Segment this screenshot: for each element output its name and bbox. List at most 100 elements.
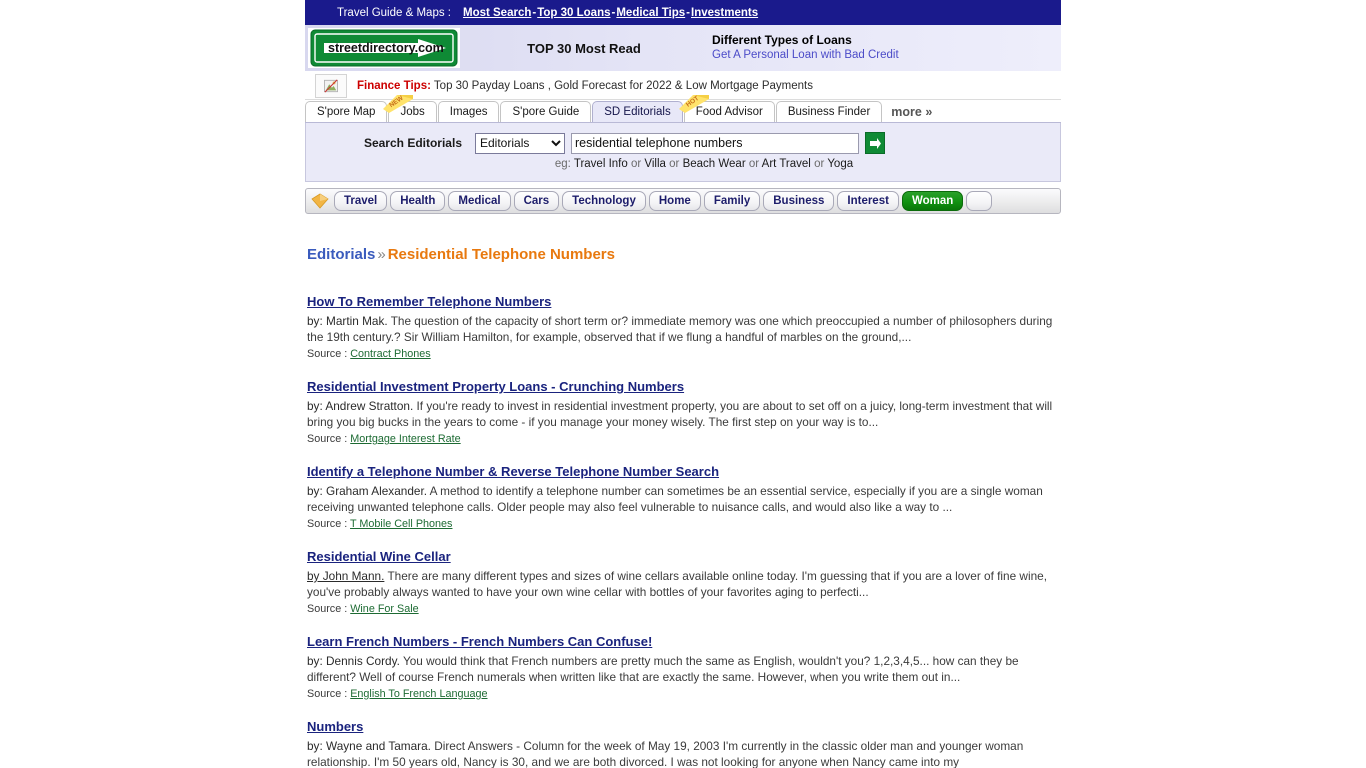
search-row: Search Editorials Editorials [306, 123, 1060, 154]
main-tabs: S'pore Map NEW Jobs Images S'pore Guide [305, 95, 1061, 123]
finance-tips-label: Finance Tips: [357, 79, 431, 92]
category-woman[interactable]: Woman [901, 191, 964, 211]
go-arrow-icon [868, 135, 882, 151]
article-source: Source : T Mobile Cell Phones [307, 518, 1061, 530]
tab-label: Images [449, 106, 488, 118]
category-technology[interactable]: Technology [562, 191, 646, 211]
article-item: Numbers by: Wayne and Tamara. Direct Ans… [307, 718, 1061, 768]
category-family[interactable]: Family [703, 191, 761, 211]
article-title[interactable]: Learn French Numbers - French Numbers Ca… [307, 634, 652, 649]
article-body: by: Wayne and Tamara. Direct Answers - C… [307, 738, 1061, 768]
breadcrumb-chevron-icon: » [377, 246, 386, 263]
article-excerpt: The question of the capacity of short te… [307, 314, 1053, 344]
search-label: Search Editorials [363, 136, 462, 150]
article-source-link[interactable]: Contract Phones [350, 348, 430, 360]
band-promo-title: Different Types of Loans [712, 33, 852, 48]
tab-sd-editorials[interactable]: SD Editorials [592, 101, 683, 122]
breadcrumb: Editorials» Residential Telephone Numbers [305, 246, 1061, 263]
article-title[interactable]: Identify a Telephone Number & Reverse Te… [307, 464, 719, 479]
tab-label: Jobs [400, 106, 425, 118]
finance-tips-row: Finance Tips: Top 30 Payday Loans , Gold… [305, 72, 1061, 100]
article-item: Residential Investment Property Loans - … [307, 378, 1061, 445]
article-source-link[interactable]: Wine For Sale [350, 603, 418, 615]
search-panel: Search Editorials Editorials eg: Travel … [305, 123, 1061, 182]
band-promo-sub-link[interactable]: Get A Personal Loan with Bad Credit [712, 49, 899, 61]
article-item: Residential Wine Cellar by John Mann. Th… [307, 548, 1061, 615]
tab-label: SD Editorials [604, 106, 671, 118]
category-nav-tail[interactable] [966, 191, 993, 211]
streetdirectory-logo-icon: streetdirectory.com [310, 29, 458, 67]
breadcrumb-root[interactable]: Editorials [307, 246, 375, 263]
top-promo-links: Most Search-Top 30 Loans-Medical Tips-In… [463, 7, 758, 19]
article-body: by: Dennis Cordy. You would think that F… [307, 653, 1061, 685]
article-author: by: Wayne and Tamara. [307, 739, 431, 753]
example-term-3[interactable]: Art Travel [762, 158, 811, 170]
search-examples: eg: Travel Info or Villa or Beach Wear o… [306, 154, 1060, 170]
category-medical[interactable]: Medical [448, 191, 511, 211]
article-body: by: Martin Mak. The question of the capa… [307, 313, 1061, 345]
tab-jobs[interactable]: NEW Jobs [383, 95, 437, 122]
top-link-investments[interactable]: Investments [691, 7, 758, 19]
category-health[interactable]: Health [390, 191, 446, 211]
tab-business-finder[interactable]: Business Finder [775, 101, 883, 122]
article-body: by: Graham Alexander. A method to identi… [307, 483, 1061, 515]
article-source-link[interactable]: T Mobile Cell Phones [350, 518, 452, 530]
tab-food-advisor[interactable]: HOT Food Advisor [678, 95, 775, 122]
tab-images[interactable]: Images [437, 101, 500, 122]
article-author: by: Andrew Stratton. [307, 399, 414, 413]
examples-prefix: eg: [554, 158, 571, 170]
top-promo-label: Travel Guide & Maps : [337, 6, 451, 19]
top-link-medical-tips[interactable]: Medical Tips [616, 7, 685, 19]
article-excerpt: If you're ready to invest in residential… [307, 399, 1053, 429]
article-title[interactable]: Residential Wine Cellar [307, 549, 451, 564]
article-title[interactable]: Residential Investment Property Loans - … [307, 379, 684, 394]
search-input[interactable] [571, 132, 859, 154]
search-scope-select[interactable]: Editorials [475, 132, 565, 154]
tab-label: Food Advisor [695, 106, 763, 118]
top-link-most-search[interactable]: Most Search [463, 7, 531, 19]
logo-container[interactable]: streetdirectory.com [308, 28, 460, 68]
article-source: Source : Mortgage Interest Rate [307, 433, 1061, 445]
examples-joiner-0: or [630, 158, 642, 170]
article-source-label: Source : [307, 518, 348, 530]
category-travel[interactable]: Travel [334, 191, 388, 211]
example-term-1[interactable]: Villa [644, 158, 666, 170]
band-promo-sub[interactable]: Get A Personal Loan with Bad Credit [712, 48, 1061, 64]
example-term-2[interactable]: Beach Wear [683, 158, 746, 170]
more-tabs-link[interactable]: more » [891, 102, 932, 122]
article-author: by: Martin Mak. [307, 314, 388, 328]
band-middle-title: TOP 30 Most Read [527, 40, 641, 56]
search-go-button[interactable] [865, 132, 885, 154]
article-source-link[interactable]: Mortgage Interest Rate [350, 433, 460, 445]
category-business[interactable]: Business [763, 191, 835, 211]
category-interest[interactable]: Interest [837, 191, 899, 211]
broken-image-icon [324, 79, 338, 92]
tab-spore-guide[interactable]: S'pore Guide [500, 101, 592, 122]
examples-joiner-1: or [669, 158, 680, 170]
article-item: Identify a Telephone Number & Reverse Te… [307, 463, 1061, 530]
brand-band: streetdirectory.com TOP 30 Most Read Dif… [305, 25, 1061, 72]
article-source: Source : Contract Phones [307, 348, 1061, 360]
tab-spore-map[interactable]: S'pore Map [305, 101, 388, 122]
article-excerpt: You would think that French numbers are … [307, 654, 1019, 684]
article-source-label: Source : [307, 433, 348, 445]
tab-label: Business Finder [787, 106, 871, 118]
article-title[interactable]: How To Remember Telephone Numbers [307, 294, 551, 309]
finance-tips-body: Top 30 Payday Loans , Gold Forecast for … [433, 79, 813, 92]
finance-tips-text: Finance Tips: Top 30 Payday Loans , Gold… [357, 80, 813, 92]
article-source-label: Source : [307, 603, 348, 615]
article-author: by: Dennis Cordy. [307, 654, 400, 668]
article-source-label: Source : [307, 348, 348, 360]
article-source-link[interactable]: English To French Language [350, 688, 487, 700]
category-cars[interactable]: Cars [513, 191, 560, 211]
svg-text:streetdirectory.com: streetdirectory.com [328, 41, 444, 55]
article-source: Source : Wine For Sale [307, 603, 1061, 615]
article-body: by John Mann. There are many different t… [307, 568, 1061, 600]
tab-label: S'pore Map [317, 106, 376, 118]
article-excerpt: There are many different types and sizes… [307, 569, 1047, 599]
category-home[interactable]: Home [648, 191, 701, 211]
top-link-top-30-loans[interactable]: Top 30 Loans [537, 7, 610, 19]
example-term-4[interactable]: Yoga [827, 158, 853, 170]
example-term-0[interactable]: Travel Info [574, 158, 628, 170]
article-title[interactable]: Numbers [307, 719, 363, 734]
